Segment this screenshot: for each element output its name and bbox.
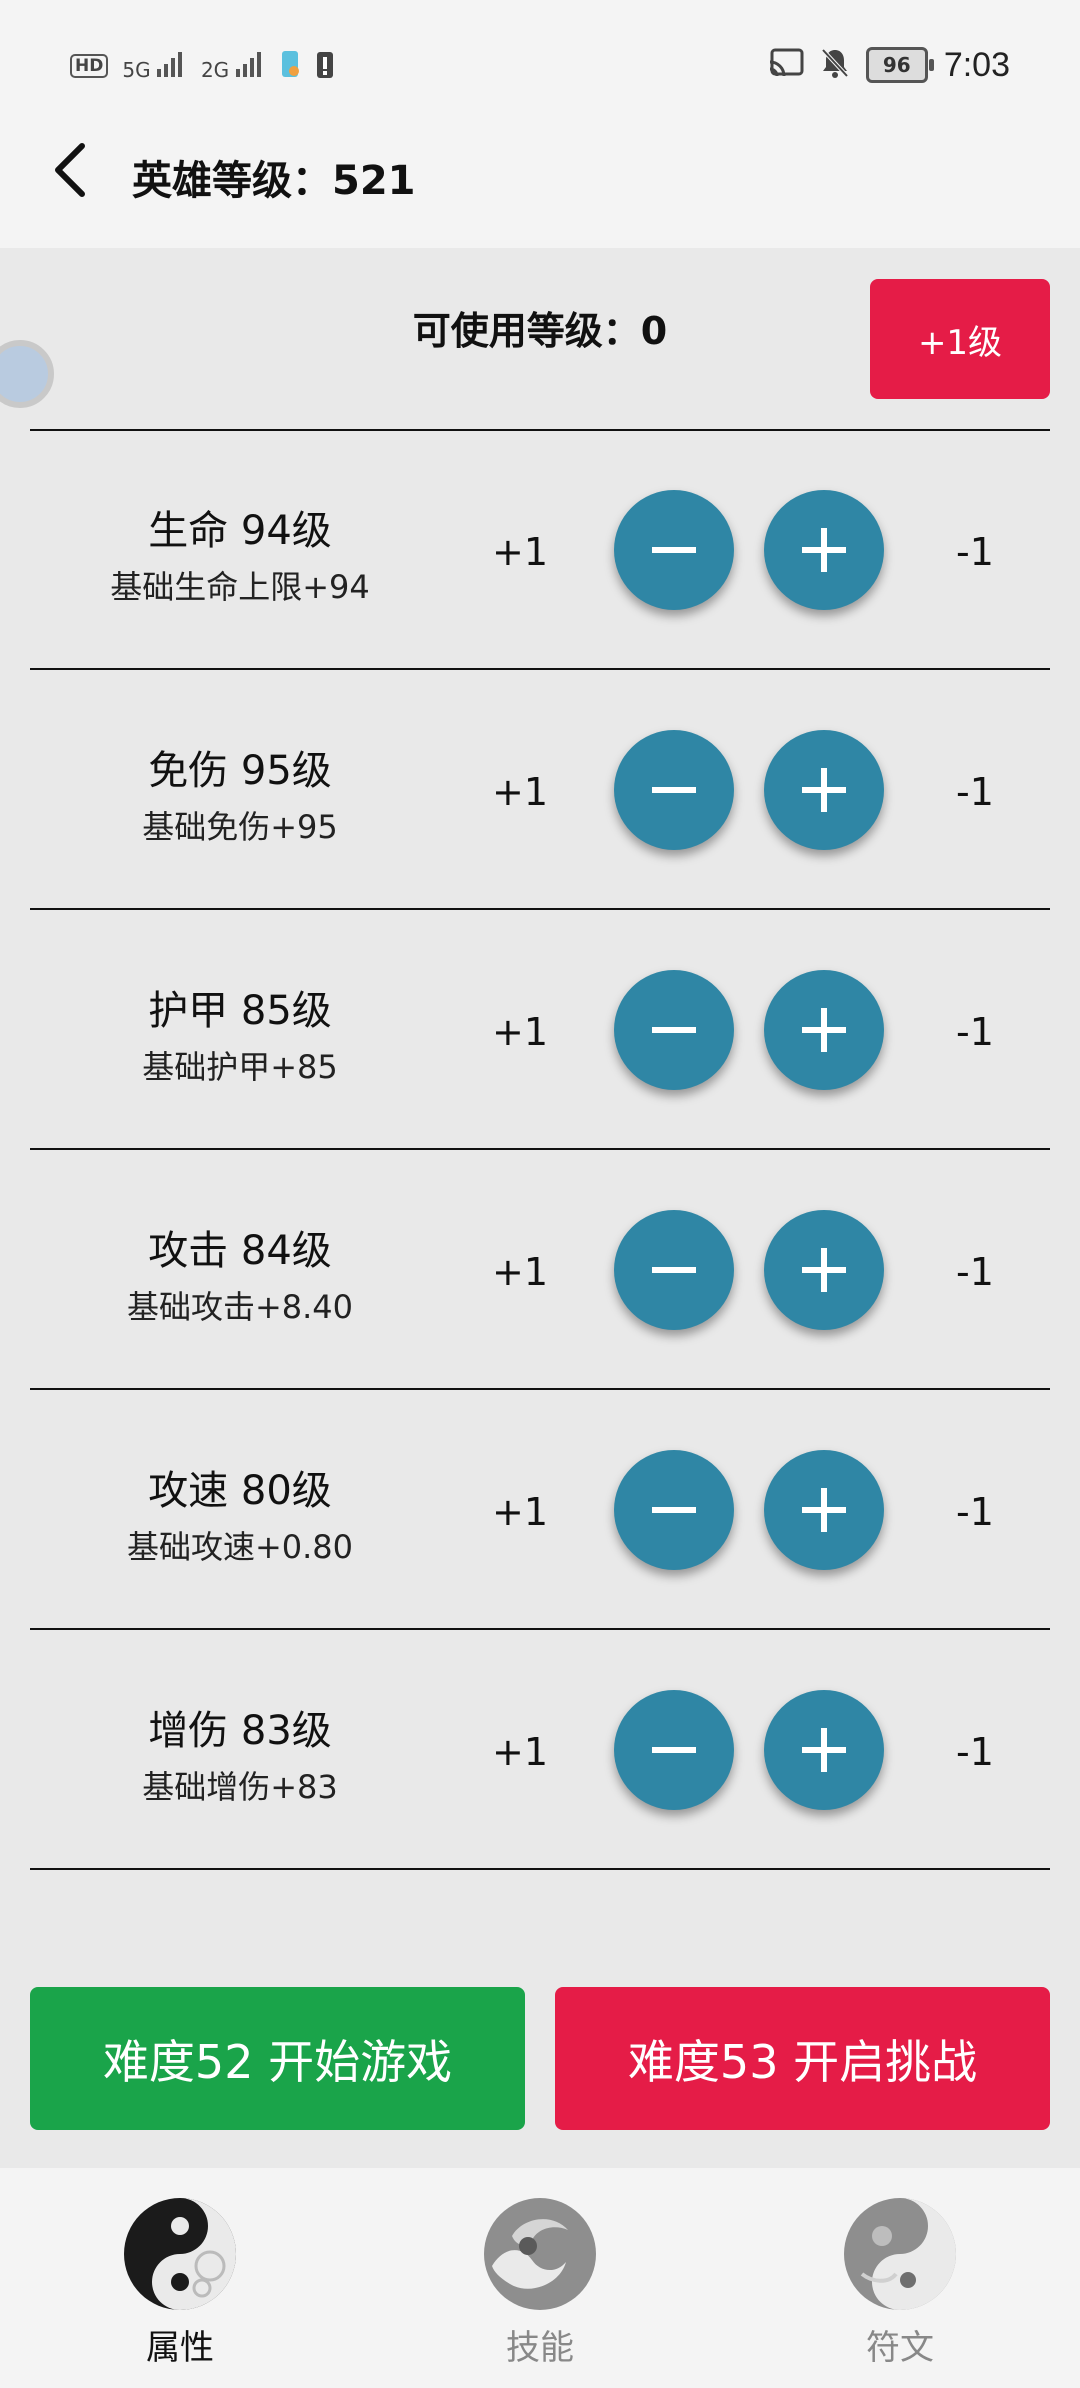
attribute-name: 免伤 95级: [148, 748, 332, 794]
signal-5g-icon: 5G: [122, 51, 187, 82]
swirl-icon: [842, 2196, 958, 2312]
decrement-amount: -1: [956, 1010, 994, 1054]
attribute-desc: 基础护甲+85: [142, 1048, 338, 1086]
back-arrow-icon: [55, 143, 85, 197]
tab-label: 技能: [506, 2328, 574, 2368]
battery-icon: 96: [865, 47, 934, 83]
attribute-row-health: 生命 94级 基础生命上限+94 +1 -1: [0, 430, 1080, 670]
plus-icon: [802, 1488, 846, 1532]
plus-icon: [802, 1728, 846, 1772]
plus-icon: [802, 768, 846, 812]
mute-bell-icon: [820, 47, 850, 83]
status-icons-left: HD 5G 2G: [70, 46, 334, 86]
cast-icon: [768, 48, 804, 82]
battery-alert-icon: [316, 49, 334, 84]
attribute-name: 攻速 80级: [148, 1468, 332, 1514]
signal-2g-icon: 2G: [201, 51, 266, 82]
attribute-row-attack: 攻击 84级 基础攻击+8.40 +1 -1: [0, 1150, 1080, 1390]
minus-icon: [652, 1027, 696, 1033]
increment-amount: +1: [491, 1010, 549, 1054]
yin-yang-icon: [122, 2196, 238, 2312]
add-level-button[interactable]: +1级: [870, 279, 1050, 399]
minus-button[interactable]: [614, 970, 734, 1090]
attribute-name: 生命 94级: [148, 508, 332, 554]
decrement-amount: -1: [956, 770, 994, 814]
attribute-row-damage-boost: 增伤 83级 基础增伤+83 +1 -1: [0, 1630, 1080, 1870]
minus-button[interactable]: [614, 1690, 734, 1810]
wave-icon: [482, 2196, 598, 2312]
increment-amount: +1: [491, 1250, 549, 1294]
attribute-row-attack-speed: 攻速 80级 基础攻速+0.80 +1 -1: [0, 1390, 1080, 1630]
tab-label: 属性: [146, 2328, 214, 2368]
increment-amount: +1: [491, 530, 549, 574]
decrement-amount: -1: [956, 1250, 994, 1294]
plus-icon: [802, 1248, 846, 1292]
back-button[interactable]: [40, 140, 100, 200]
plus-button[interactable]: [764, 1690, 884, 1810]
minus-icon: [652, 547, 696, 553]
app-notification-icon: [280, 49, 302, 84]
divider: [30, 1868, 1050, 1870]
status-bar: HD 5G 2G 96 7:03: [0, 0, 1080, 130]
decrement-amount: -1: [956, 530, 994, 574]
plus-button[interactable]: [764, 1450, 884, 1570]
decrement-amount: -1: [956, 1490, 994, 1534]
attribute-desc: 基础生命上限+94: [110, 568, 370, 606]
minus-button[interactable]: [614, 490, 734, 610]
status-icons-right: 96 7:03: [768, 40, 1010, 90]
attribute-row-armor: 护甲 85级 基础护甲+85 +1 -1: [0, 910, 1080, 1150]
attribute-desc: 基础免伤+95: [142, 808, 338, 846]
attribute-desc: 基础攻速+0.80: [126, 1528, 354, 1566]
start-challenge-button[interactable]: 难度53 开启挑战: [555, 1987, 1050, 2130]
increment-amount: +1: [491, 770, 549, 814]
attribute-desc: 基础增伤+83: [142, 1768, 338, 1806]
status-time: 7:03: [943, 45, 1010, 84]
minus-button[interactable]: [614, 730, 734, 850]
plus-button[interactable]: [764, 730, 884, 850]
plus-icon: [802, 528, 846, 572]
increment-amount: +1: [491, 1730, 549, 1774]
hd-voice-icon: HD: [70, 54, 109, 78]
plus-button[interactable]: [764, 970, 884, 1090]
minus-icon: [652, 1507, 696, 1513]
tab-runes[interactable]: 符文: [810, 2196, 990, 2369]
minus-icon: [652, 1747, 696, 1753]
start-game-button[interactable]: 难度52 开始游戏: [30, 1987, 525, 2130]
tab-attributes[interactable]: 属性: [90, 2196, 270, 2369]
plus-button[interactable]: [764, 1210, 884, 1330]
attribute-desc: 基础攻击+8.40: [126, 1288, 354, 1326]
attribute-name: 护甲 85级: [148, 988, 332, 1034]
minus-icon: [652, 1267, 696, 1273]
attribute-name: 攻击 84级: [148, 1228, 332, 1274]
plus-icon: [802, 1008, 846, 1052]
minus-icon: [652, 787, 696, 793]
attribute-row-damage-reduction: 免伤 95级 基础免伤+95 +1 -1: [0, 670, 1080, 910]
minus-button[interactable]: [614, 1450, 734, 1570]
tab-label: 符文: [866, 2328, 934, 2368]
increment-amount: +1: [491, 1490, 549, 1534]
attribute-name: 增伤 83级: [148, 1708, 332, 1754]
tab-skills[interactable]: 技能: [450, 2196, 630, 2369]
minus-button[interactable]: [614, 1210, 734, 1330]
page-title: 英雄等级：521: [132, 158, 416, 204]
decrement-amount: -1: [956, 1730, 994, 1774]
plus-button[interactable]: [764, 490, 884, 610]
